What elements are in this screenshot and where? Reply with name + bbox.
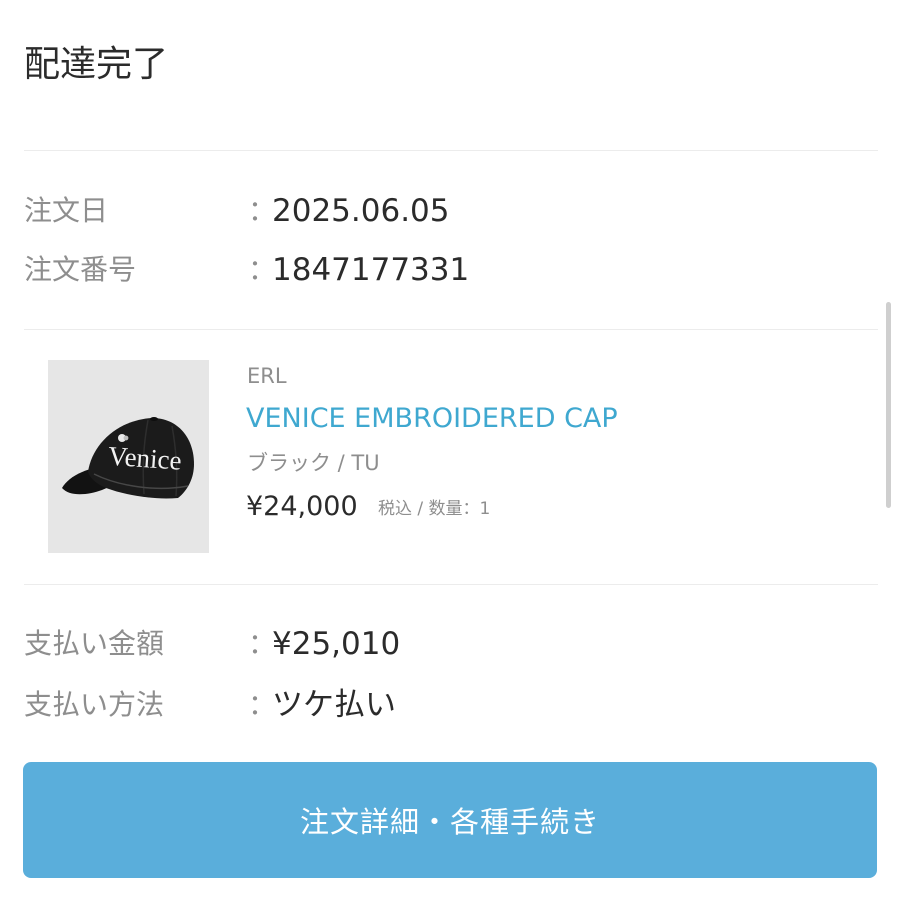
- order-date-value: 2025.06.05: [272, 193, 450, 229]
- order-number-value: 1847177331: [272, 252, 470, 288]
- cap-icon: Venice: [62, 417, 194, 499]
- payment-amount-label: 支払い金額: [24, 627, 165, 660]
- payment-amount-row: 支払い金額 ： ¥25,010: [24, 622, 864, 666]
- product-image[interactable]: Venice: [48, 360, 209, 553]
- product-name-link[interactable]: VENICE EMBROIDERED CAP: [246, 400, 618, 438]
- product-brand: ERL: [247, 364, 287, 388]
- divider: [24, 150, 878, 151]
- order-number-label: 注文番号: [24, 253, 137, 286]
- product-variant: ブラック / TU: [247, 451, 380, 475]
- order-date-row: 注文日 ： 2025.06.05: [24, 189, 864, 233]
- divider: [24, 329, 878, 330]
- order-details-button[interactable]: 注文詳細・各種手続き: [23, 762, 877, 878]
- product-tax-quantity: 税込 / 数量：1: [378, 499, 491, 519]
- delivery-status-title: 配達完了: [24, 44, 169, 85]
- payment-method-row: 支払い方法 ： ツケ払い: [24, 683, 864, 727]
- cap-embroidery-text: Venice: [107, 441, 182, 476]
- divider: [24, 584, 878, 585]
- payment-method-label: 支払い方法: [24, 688, 165, 721]
- scrollbar[interactable]: [886, 302, 891, 508]
- payment-amount-value: ¥25,010: [272, 626, 401, 662]
- product-price: ¥24,000: [246, 491, 358, 522]
- order-number-row: 注文番号 ： 1847177331: [24, 248, 864, 292]
- payment-method-value: ツケ払い: [272, 687, 396, 723]
- order-date-label: 注文日: [24, 194, 109, 227]
